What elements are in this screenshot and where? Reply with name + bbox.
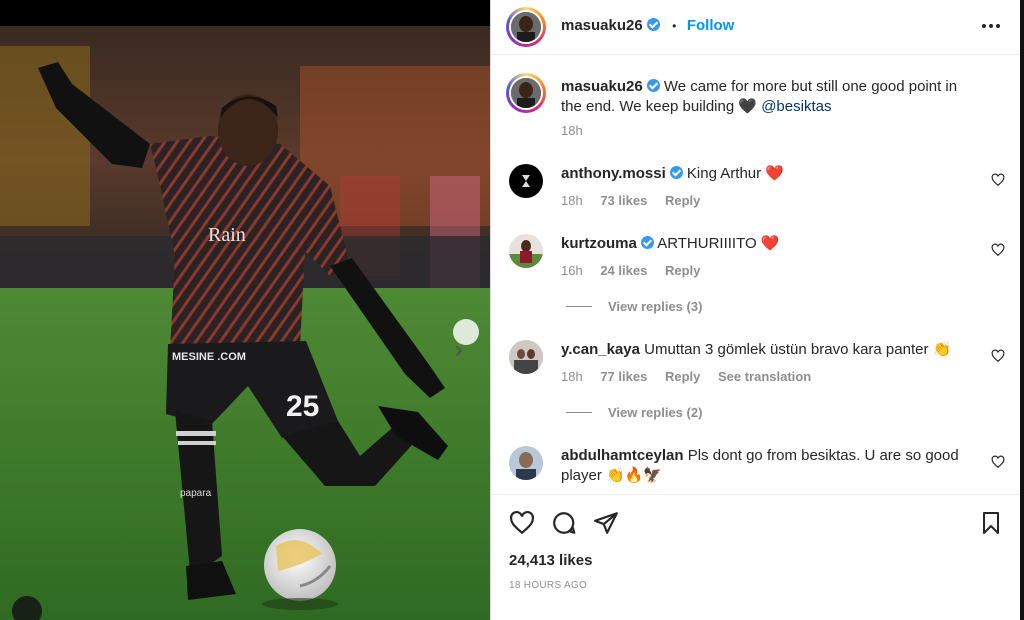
caption: masuaku26 We came for more but still one… <box>561 77 981 117</box>
caption-time[interactable]: 18h <box>561 123 583 138</box>
comment-text: King Arthur ❤️ <box>686 165 784 182</box>
shin-brand: papara <box>180 488 212 499</box>
view-replies-label: View replies (3) <box>608 299 703 314</box>
commenter-avatar[interactable] <box>509 164 543 198</box>
view-replies-label: View replies (2) <box>608 405 703 420</box>
reply-button[interactable]: Reply <box>665 369 700 384</box>
shirt-sponsor: Rain <box>208 224 246 246</box>
reply-button[interactable]: Reply <box>665 263 700 278</box>
see-translation-button[interactable]: See translation <box>718 369 811 384</box>
commenter-avatar[interactable] <box>509 446 543 480</box>
next-image-button[interactable] <box>453 319 479 356</box>
comment-4: abdulhamtceylan Pls dont go from besikta… <box>561 446 971 486</box>
likes-count[interactable]: 24,413 likes <box>509 552 592 569</box>
football-player-image: Rain 25 MESINE .COM papara <box>0 26 490 620</box>
comment-bubble-icon[interactable] <box>551 510 577 541</box>
commenter-avatar[interactable] <box>509 234 543 268</box>
bookmark-save-icon[interactable] <box>979 510 1003 541</box>
like-comment-heart-icon[interactable] <box>991 173 1005 187</box>
like-comment-heart-icon[interactable] <box>991 455 1005 469</box>
caption-avatar[interactable] <box>506 73 546 113</box>
comment-time[interactable]: 16h <box>561 263 583 278</box>
comment-likes[interactable]: 77 likes <box>600 369 647 384</box>
comment-time[interactable]: 18h <box>561 193 583 208</box>
view-replies-button[interactable]: View replies (2) <box>566 405 702 420</box>
more-options-icon[interactable] <box>980 18 1002 34</box>
follow-button[interactable]: Follow <box>687 17 735 34</box>
comment-1: anthony.mossi King Arthur ❤️ <box>561 164 971 184</box>
separator-dot: • <box>672 19 677 33</box>
jersey-number: 25 <box>286 390 319 423</box>
comment-likes[interactable]: 73 likes <box>600 193 647 208</box>
comment-username[interactable]: abdulhamtceylan <box>561 447 684 464</box>
comment-username[interactable]: y.can_kaya <box>561 341 640 358</box>
comment-2: kurtzouma ARTHURIIIITO ❤️ <box>561 234 971 254</box>
verified-badge-icon <box>669 166 683 179</box>
comment-text: Umuttan 3 gömlek üstün bravo kara panter… <box>644 341 952 358</box>
comment-likes[interactable]: 24 likes <box>600 263 647 278</box>
comment-text: ARTHURIIIITO ❤️ <box>657 235 780 252</box>
share-paper-plane-icon[interactable] <box>593 510 619 541</box>
header-divider <box>491 54 1021 55</box>
verified-badge-icon <box>646 18 660 31</box>
comment-username[interactable]: anthony.mossi <box>561 165 666 182</box>
shorts-sponsor: MESINE .COM <box>172 351 246 363</box>
comment-3: y.can_kaya Umuttan 3 gömlek üstün bravo … <box>561 340 981 360</box>
reply-button[interactable]: Reply <box>665 193 700 208</box>
verified-badge-icon <box>640 236 654 249</box>
post-photo[interactable]: Rain 25 MESINE .COM papara <box>0 0 490 620</box>
verified-badge-icon <box>646 79 660 92</box>
header-avatar[interactable] <box>506 7 546 47</box>
actions-divider <box>491 494 1021 495</box>
photo-top-bar <box>0 0 490 26</box>
comment-time[interactable]: 18h <box>561 369 583 384</box>
header-username[interactable]: masuaku26 <box>561 17 643 34</box>
window-edge <box>1020 0 1024 620</box>
like-heart-icon[interactable] <box>509 510 535 541</box>
post-details-panel: masuaku26 • Follow masuaku26 We came for… <box>490 0 1021 620</box>
commenter-avatar[interactable] <box>509 340 543 374</box>
mention-link[interactable]: @besiktas <box>761 98 831 115</box>
post-timestamp: 18 HOURS AGO <box>509 580 588 591</box>
like-comment-heart-icon[interactable] <box>991 243 1005 257</box>
caption-username[interactable]: masuaku26 <box>561 78 643 95</box>
comment-username[interactable]: kurtzouma <box>561 235 637 252</box>
like-comment-heart-icon[interactable] <box>991 349 1005 363</box>
tagged-users-button[interactable] <box>12 596 42 620</box>
view-replies-button[interactable]: View replies (3) <box>566 299 702 314</box>
